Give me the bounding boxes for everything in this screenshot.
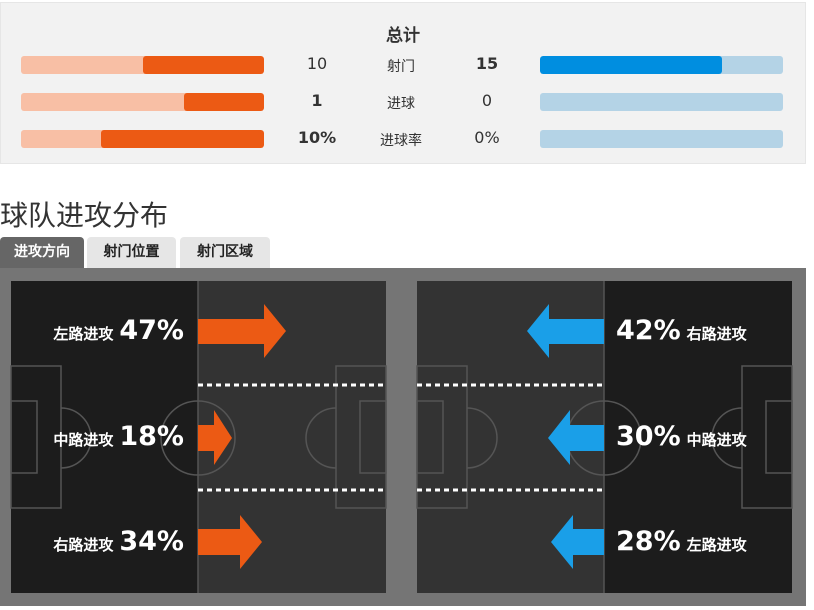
away-value: 15: [475, 54, 499, 73]
stat-row: 10% 进球率 0%: [1, 128, 805, 149]
away-value: 0%: [474, 128, 500, 147]
home-value: 10%: [297, 128, 337, 147]
home-attack-label: 左路进攻 47%: [53, 315, 184, 346]
stat-row: 1 进球 0: [1, 91, 805, 112]
home-bar: [21, 56, 264, 74]
tab-attack-direction[interactable]: 进攻方向: [0, 237, 84, 268]
home-bar: [21, 93, 264, 111]
stat-label: 进球率: [380, 133, 422, 149]
home-attack-label: 中路进攻 18%: [53, 421, 184, 452]
attack-direction-panel: 左路进攻 47% 42% 右路进攻中路进攻 18% 30% 中路进攻右路进攻 34% 28% 左路…: [0, 268, 806, 606]
home-attack-label: 右路进攻 34%: [53, 526, 184, 557]
away-attack-label: 42% 右路进攻: [616, 315, 747, 346]
stat-row: 10 射门 15: [1, 54, 805, 75]
home-value: 10: [306, 54, 328, 73]
away-bar: [540, 130, 783, 148]
away-value: 0: [481, 91, 493, 110]
stat-label: 进球: [387, 96, 415, 112]
away-bar: [540, 93, 783, 111]
summary-panel: 总计 10 射门 15 1 进球 0 10% 进球率 0%: [0, 2, 806, 164]
away-attack-label: 30% 中路进攻: [616, 421, 747, 452]
tab-shot-position[interactable]: 射门位置: [87, 237, 176, 268]
home-bar: [21, 130, 264, 148]
away-attack-label: 28% 左路进攻: [616, 526, 747, 557]
tab-shot-zone[interactable]: 射门区域: [180, 237, 270, 268]
home-value: 1: [311, 91, 323, 110]
summary-title: 总计: [386, 26, 420, 46]
section-title: 球队进攻分布: [0, 199, 169, 232]
away-bar: [540, 56, 783, 74]
stat-label: 射门: [387, 59, 415, 75]
